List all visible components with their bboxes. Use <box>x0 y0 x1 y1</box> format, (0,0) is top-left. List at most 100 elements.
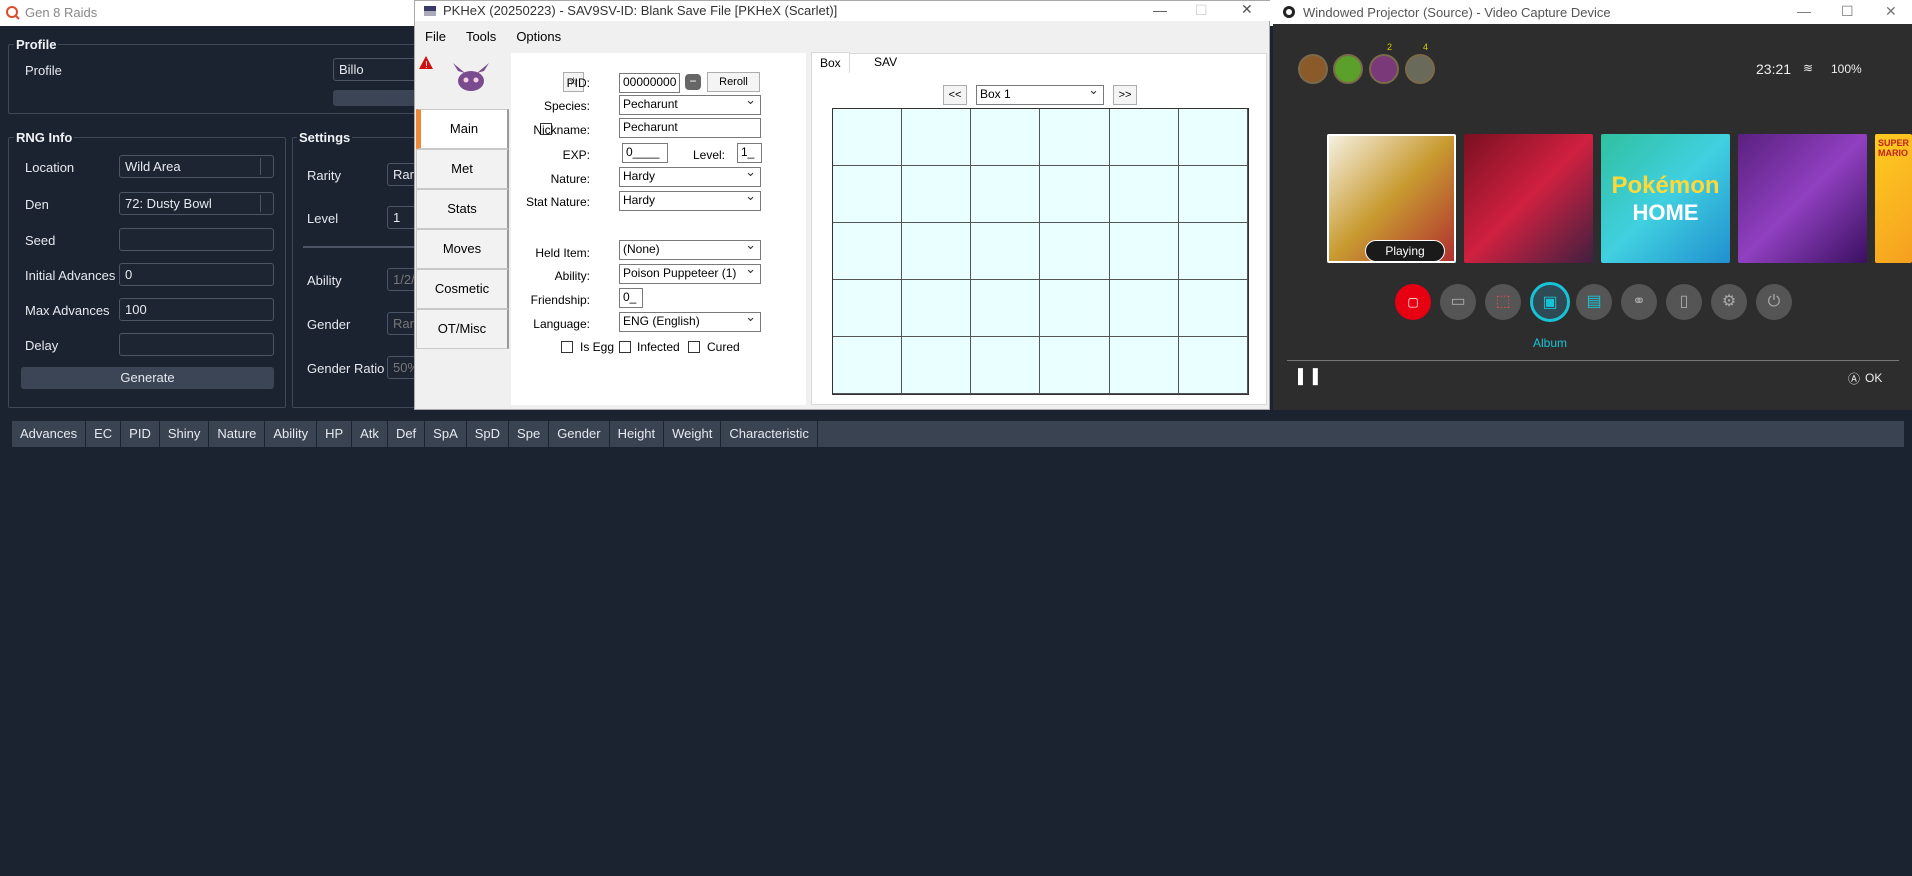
next-box-button[interactable]: >> <box>1113 85 1137 105</box>
profile-select[interactable]: Billo <box>333 58 418 81</box>
box-slot[interactable] <box>1109 109 1179 166</box>
power-icon[interactable]: ⏻ <box>1756 284 1792 320</box>
nickname-input[interactable]: Pecharunt <box>619 118 761 138</box>
game-tile-super-mario[interactable]: SUPER MARIO <box>1875 134 1912 263</box>
level-input-pk[interactable]: 1_ <box>737 143 762 163</box>
box-slot[interactable] <box>1178 337 1248 394</box>
game-tile-pokemon-home[interactable]: Pokémon HOME <box>1601 134 1730 263</box>
box-slot[interactable] <box>1040 280 1110 337</box>
box-slot[interactable] <box>1109 223 1179 280</box>
album-icon[interactable]: ▣ <box>1530 282 1570 322</box>
close-icon[interactable]: ✕ <box>1241 1 1253 18</box>
generate-button[interactable]: Generate <box>21 367 274 389</box>
box-slot[interactable] <box>971 109 1041 166</box>
eshop-icon[interactable]: ⬚ <box>1485 284 1521 320</box>
box-slot[interactable] <box>1040 109 1110 166</box>
projector-minimize-icon[interactable]: — <box>1797 3 1811 19</box>
game-tile-pokemon-scarlet[interactable] <box>1464 134 1593 263</box>
delay-input[interactable] <box>119 333 274 356</box>
initial-advances-input[interactable]: 0 <box>119 263 274 286</box>
box-slot[interactable] <box>971 280 1041 337</box>
column-header[interactable]: Def <box>388 421 426 447</box>
column-header[interactable]: Spe <box>509 421 550 447</box>
box-slot[interactable] <box>1040 223 1110 280</box>
user-avatar-2[interactable] <box>1333 54 1363 84</box>
gender-toggle-icon[interactable]: − <box>685 74 701 90</box>
box-slot[interactable] <box>902 280 972 337</box>
box-slot[interactable] <box>833 223 903 280</box>
controllers-icon[interactable]: ▤ <box>1576 284 1612 320</box>
box-slot[interactable] <box>833 166 903 223</box>
column-header[interactable]: Atk <box>352 421 388 447</box>
column-header[interactable]: SpA <box>425 421 467 447</box>
box-slot[interactable] <box>1178 109 1248 166</box>
tab-box[interactable]: Box <box>811 52 850 73</box>
column-header[interactable]: Characteristic <box>721 421 818 447</box>
box-slot[interactable] <box>1109 166 1179 223</box>
column-header[interactable]: PID <box>121 421 160 447</box>
menu-tools[interactable]: Tools <box>456 26 506 48</box>
game-tile-pokemon-shield[interactable]: Playing <box>1327 134 1456 263</box>
column-header[interactable]: Ability <box>265 421 318 447</box>
news-icon[interactable]: ▭ <box>1440 284 1476 320</box>
projector-title-bar[interactable]: Windowed Projector (Source) - Video Capt… <box>1273 0 1912 24</box>
box-slot[interactable] <box>902 166 972 223</box>
friendship-input[interactable]: 0_ <box>619 288 643 308</box>
pid-input[interactable]: 00000000 <box>619 73 680 93</box>
box-slot[interactable] <box>902 109 972 166</box>
box-slot[interactable] <box>1178 166 1248 223</box>
prev-box-button[interactable]: << <box>943 85 967 105</box>
user-avatar-1[interactable] <box>1298 54 1328 84</box>
nintendo-online-icon[interactable]: ▢ <box>1395 284 1431 320</box>
profile-edit-button[interactable] <box>333 90 420 106</box>
nature-select[interactable]: Hardy <box>619 167 761 187</box>
den-select[interactable]: 72: Dusty Bowl <box>119 192 274 215</box>
projector-maximize-icon[interactable]: ☐ <box>1841 3 1854 20</box>
species-select[interactable]: Pecharunt <box>619 95 761 115</box>
box-slot[interactable] <box>1178 223 1248 280</box>
location-select[interactable]: Wild Area <box>119 155 274 178</box>
box-slot[interactable] <box>971 337 1041 394</box>
box-slot[interactable] <box>971 223 1041 280</box>
settings-gear-icon[interactable]: ⚙ <box>1711 284 1747 320</box>
box-slot[interactable] <box>833 337 903 394</box>
game-tile-pokemon-violet[interactable] <box>1738 134 1867 263</box>
infected-checkbox[interactable] <box>619 341 631 353</box>
box-slot[interactable] <box>1109 337 1179 394</box>
box-slot[interactable] <box>833 109 903 166</box>
column-header[interactable]: Weight <box>664 421 722 447</box>
column-header[interactable]: HP <box>317 421 353 447</box>
maximize-icon[interactable]: ☐ <box>1195 2 1208 19</box>
language-select[interactable]: ENG (English) <box>619 312 761 332</box>
projector-close-icon[interactable]: ✕ <box>1885 3 1897 20</box>
reroll-button[interactable]: Reroll <box>707 72 760 92</box>
ability-select-pk[interactable]: Poison Puppeteer (1) <box>619 264 761 284</box>
box-slot[interactable] <box>1109 280 1179 337</box>
box-select[interactable]: Box 1 <box>976 85 1104 105</box>
pairing-icon[interactable]: ⚭ <box>1621 284 1657 320</box>
column-header[interactable]: Gender <box>549 421 610 447</box>
max-advances-input[interactable]: 100 <box>119 298 274 321</box>
held-item-select[interactable]: (None) <box>619 240 761 260</box>
box-slot[interactable] <box>1040 337 1110 394</box>
user-avatar-3[interactable] <box>1369 54 1399 84</box>
warning-icon[interactable]: ! <box>419 56 433 69</box>
column-header[interactable]: Advances <box>12 421 87 447</box>
column-header[interactable]: SpD <box>467 421 510 447</box>
box-slot[interactable] <box>902 223 972 280</box>
tab-sav[interactable]: SAV <box>866 52 905 73</box>
box-slot[interactable] <box>1040 166 1110 223</box>
box-slot[interactable] <box>971 166 1041 223</box>
column-header[interactable]: Shiny <box>160 421 210 447</box>
cured-checkbox[interactable] <box>688 341 700 353</box>
user-avatar-4[interactable] <box>1405 54 1435 84</box>
box-slot[interactable] <box>1178 280 1248 337</box>
seed-input[interactable] <box>119 228 274 251</box>
box-slot[interactable] <box>902 337 972 394</box>
menu-file[interactable]: File <box>415 26 456 48</box>
column-header[interactable]: Nature <box>209 421 266 447</box>
minimize-icon[interactable]: — <box>1153 2 1167 18</box>
column-header[interactable]: EC <box>86 421 122 447</box>
pkhex-title-bar[interactable]: PKHeX (20250223) - SAV9SV-ID: Blank Save… <box>415 1 1271 21</box>
stat-nature-select[interactable]: Hardy <box>619 191 761 211</box>
